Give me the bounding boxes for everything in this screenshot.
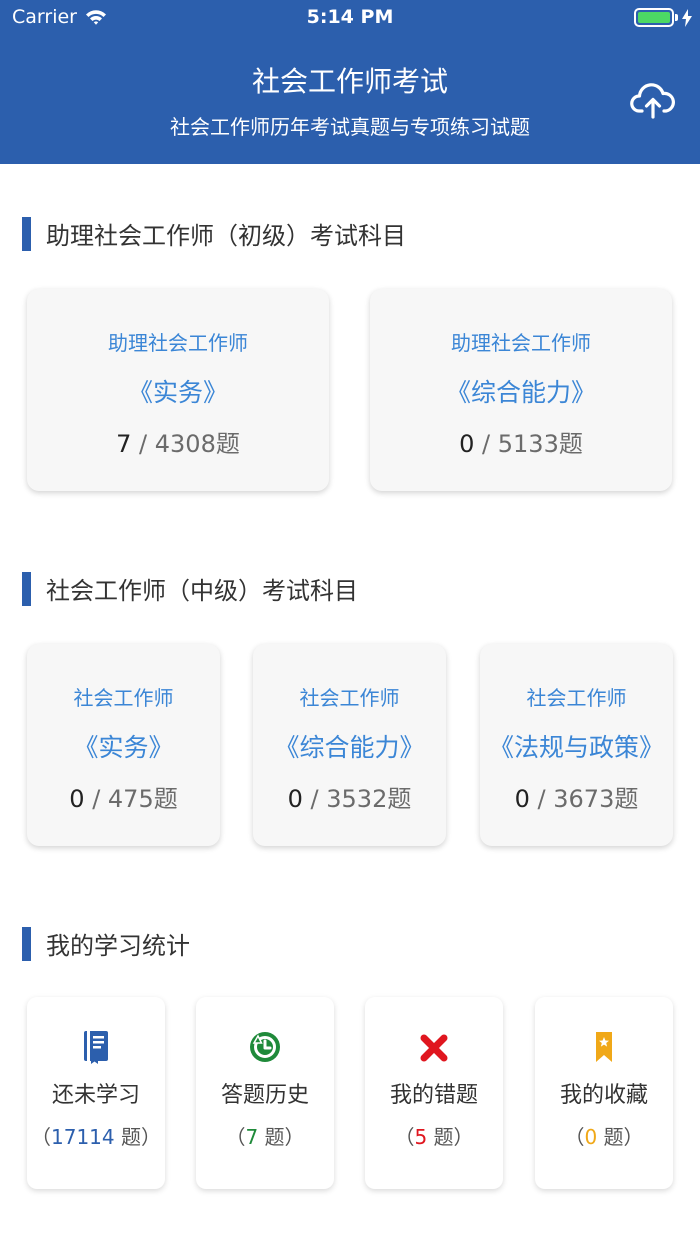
exam-card-junior-practice[interactable]: 助理社会工作师 《实务》 7 / 4308题 [27,289,329,491]
stat-count: （17114 题） [31,1125,161,1149]
exam-card-mid-comprehensive[interactable]: 社会工作师 《综合能力》 0 / 3532题 [253,644,446,846]
done-count: 0 [514,785,530,813]
stat-label: 还未学习 [51,1083,140,1108]
history-icon [250,1032,280,1062]
wrong-x-icon [420,1034,448,1062]
stat-count: （0 题） [564,1125,644,1149]
stat-wrong[interactable]: 我的错题 （5 题） [365,997,503,1189]
section-marker [22,216,31,251]
stat-count: （5 题） [394,1125,474,1149]
total-count: 3673题 [553,785,639,813]
status-time: 5:14 PM [306,6,394,28]
card-subject: 《综合能力》 [274,733,425,762]
card-progress: 0 / 475题 [69,785,178,813]
section-header-intermediate: 社会工作师（中级）考试科目 [22,571,358,606]
section-marker [22,926,31,961]
section-title: 我的学习统计 [46,932,190,960]
done-count: 0 [69,785,85,813]
bookmark-star-icon [596,1032,612,1062]
total-count: 4308题 [154,430,240,458]
stat-unstudied[interactable]: 还未学习 （17114 题） [27,997,165,1189]
stat-unit: 题 [120,1125,141,1149]
charging-bolt-icon [682,8,692,27]
app-header: Carrier 5:14 PM 社会工作师考试 社会工作师历年考试真题与专项练习… [0,0,700,164]
exam-card-mid-regulations[interactable]: 社会工作师 《法规与政策》 0 / 3673题 [480,644,673,846]
stat-count: （7 题） [225,1125,305,1149]
section-marker [22,571,31,606]
stat-value: 0 [584,1125,598,1149]
total-count: 5133题 [497,430,583,458]
section-title: 助理社会工作师（初级）考试科目 [46,222,406,250]
exam-card-junior-comprehensive[interactable]: 助理社会工作师 《综合能力》 0 / 5133题 [370,289,672,491]
stat-value: 7 [245,1125,259,1149]
card-progress: 0 / 3532题 [287,785,412,813]
status-bar: Carrier 5:14 PM [0,0,700,36]
stat-label: 我的收藏 [559,1083,648,1108]
exam-card-mid-practice[interactable]: 社会工作师 《实务》 0 / 475题 [27,644,220,846]
total-count: 475题 [107,785,178,813]
book-icon [84,1031,108,1064]
total-count: 3532题 [326,785,412,813]
section-header-stats: 我的学习统计 [22,926,190,961]
card-level: 助理社会工作师 [451,331,591,355]
stat-label: 答题历史 [220,1083,309,1108]
card-progress: 0 / 3673题 [514,785,639,813]
stat-favorites[interactable]: 我的收藏 （0 题） [535,997,673,1189]
card-level: 社会工作师 [73,686,174,710]
stat-history[interactable]: 答题历史 （7 题） [196,997,334,1189]
section-title: 社会工作师（中级）考试科目 [46,577,358,605]
done-count: 0 [287,785,303,813]
card-subject: 《实务》 [127,378,228,407]
done-count: 7 [116,430,132,458]
stat-unit: 题 [603,1125,624,1149]
battery-icon [634,8,692,27]
card-subject: 《法规与政策》 [488,733,664,762]
card-progress: 0 / 5133题 [459,430,583,458]
stat-value: 5 [414,1125,428,1149]
cloud-upload-icon[interactable] [630,80,676,120]
card-subject: 《实务》 [73,733,174,762]
stat-label: 我的错题 [389,1083,478,1108]
stat-unit: 题 [264,1125,285,1149]
card-subject: 《综合能力》 [445,378,596,407]
card-level: 社会工作师 [526,686,627,710]
stat-unit: 题 [433,1125,454,1149]
card-level: 助理社会工作师 [108,331,248,355]
card-level: 社会工作师 [299,686,400,710]
card-progress: 7 / 4308题 [116,430,240,458]
page-title: 社会工作师考试 [251,65,448,98]
stat-value: 17114 [51,1125,115,1149]
page-subtitle: 社会工作师历年考试真题与专项练习试题 [170,115,530,139]
section-header-junior: 助理社会工作师（初级）考试科目 [22,216,406,251]
done-count: 0 [459,430,475,458]
